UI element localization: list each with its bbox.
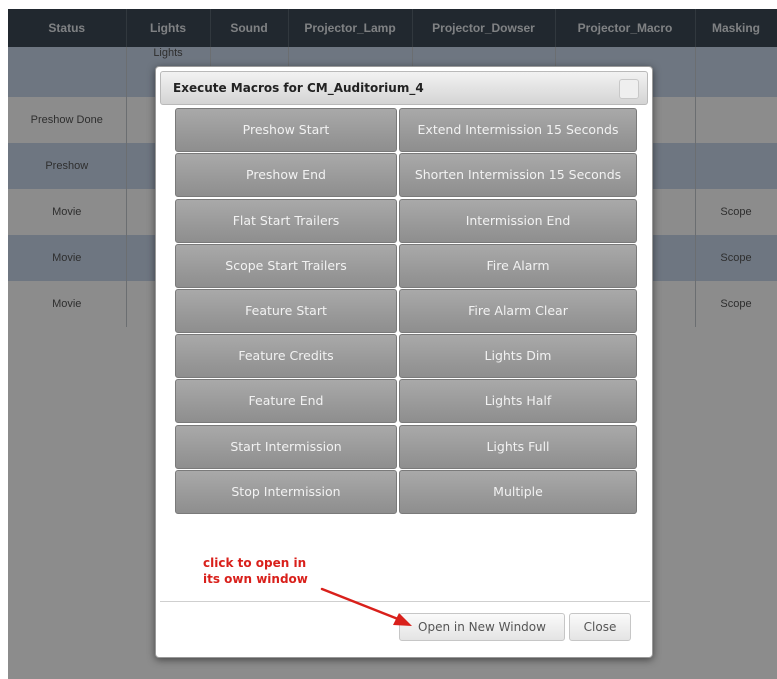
macro-button-feature-end[interactable]: Feature End <box>175 379 397 423</box>
macro-button-feature-start[interactable]: Feature Start <box>175 289 397 333</box>
macro-button-feature-credits[interactable]: Feature Credits <box>175 334 397 378</box>
macro-button-scope-start-trailers[interactable]: Scope Start Trailers <box>175 244 397 288</box>
macro-button-lights-dim[interactable]: Lights Dim <box>399 334 637 378</box>
macro-button-preshow-end[interactable]: Preshow End <box>175 153 397 197</box>
macro-button-shorten-intermission[interactable]: Shorten Intermission 15 Seconds <box>399 153 637 197</box>
dialog-footer-divider <box>160 601 650 602</box>
dialog-title: Execute Macros for CM_Auditorium_4 <box>173 81 424 95</box>
macro-button-lights-full[interactable]: Lights Full <box>399 425 637 469</box>
macro-button-multiple[interactable]: Multiple <box>399 470 637 514</box>
callout-annotation: click to open in its own window <box>203 555 308 587</box>
macro-button-fire-alarm[interactable]: Fire Alarm <box>399 244 637 288</box>
macro-button-fire-alarm-clear[interactable]: Fire Alarm Clear <box>399 289 637 333</box>
open-in-new-window-button[interactable]: Open in New Window <box>399 613 565 641</box>
macro-button-extend-intermission[interactable]: Extend Intermission 15 Seconds <box>399 108 637 152</box>
dialog-title-bar[interactable]: Execute Macros for CM_Auditorium_4 <box>160 71 648 105</box>
macro-button-flat-start-trailers[interactable]: Flat Start Trailers <box>175 199 397 243</box>
macro-button-stop-intermission[interactable]: Stop Intermission <box>175 470 397 514</box>
callout-line-1: click to open in <box>203 556 307 570</box>
macro-button-start-intermission[interactable]: Start Intermission <box>175 425 397 469</box>
callout-line-2: its own window <box>203 572 308 586</box>
dialog-close-icon[interactable] <box>619 79 639 99</box>
macro-button-lights-half[interactable]: Lights Half <box>399 379 637 423</box>
close-button[interactable]: Close <box>569 613 631 641</box>
macro-button-preshow-start[interactable]: Preshow Start <box>175 108 397 152</box>
macro-button-intermission-end[interactable]: Intermission End <box>399 199 637 243</box>
